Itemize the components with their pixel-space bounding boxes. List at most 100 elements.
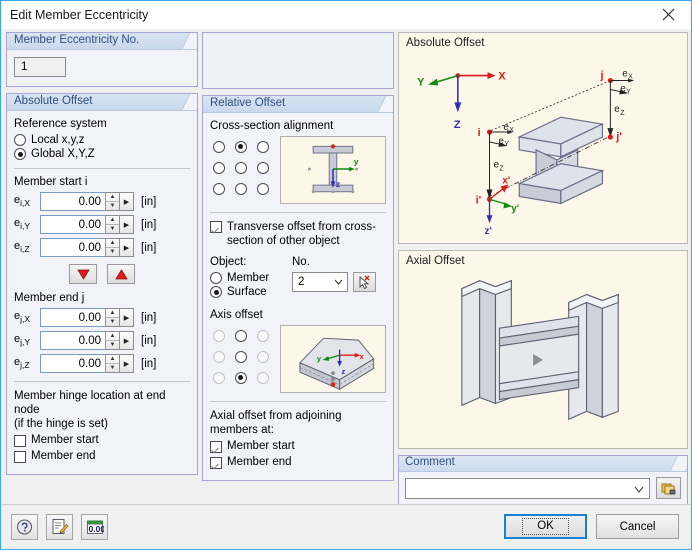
alignment-radio-1 [234, 140, 247, 153]
svg-text:i': i' [476, 194, 482, 206]
spinner-ejz-up[interactable]: ▲ [106, 355, 119, 364]
unit-eiz: [in] [141, 241, 157, 254]
alignment-cell-5[interactable] [254, 157, 276, 178]
edit-member-eccentricity-dialog: Edit Member Eccentricity Member Eccentri… [0, 0, 692, 550]
label-ejz: ej,Z [14, 356, 30, 371]
reference-button-eiz[interactable]: ▶ [120, 238, 134, 257]
alignment-cell-6[interactable] [210, 178, 232, 199]
svg-text:z': z' [485, 226, 492, 237]
middle-column: Relative Offset Cross-section alignment [202, 32, 394, 487]
checkbox-hinge-member-end-label: Member end [31, 450, 96, 462]
radio-object-surface-label: Surface [227, 286, 267, 298]
field-row-eix: ei,X 0.00 ▲ ▼ ▶ [in] [14, 192, 190, 211]
absolute-offset-diagram: X Y Z i e X e Y e Z i' x' y' z' j e X e … [417, 69, 635, 237]
ok-button[interactable]: OK [504, 514, 587, 539]
right-column: Absolute Offset X Y Z i e X e Y e Z i' x… [398, 32, 688, 506]
radio-object-surface[interactable]: Surface [210, 286, 292, 298]
object-no-dropdown[interactable]: 2 [292, 272, 348, 292]
alignment-cell-7[interactable] [232, 178, 254, 199]
alignment-cell-8[interactable] [254, 178, 276, 199]
comment-library-button[interactable] [656, 477, 681, 499]
radio-object-surface-mark [210, 286, 222, 298]
spinner-eix-down[interactable]: ▼ [106, 202, 119, 210]
copy-down-button[interactable] [69, 264, 97, 284]
relative-offset-header: Relative Offset [203, 96, 393, 113]
spinner-ejz[interactable]: ▲ ▼ [106, 354, 120, 373]
checkbox-transverse-offset[interactable]: Transverse offset from cross- section of… [210, 220, 386, 248]
chevron-down-icon [634, 486, 644, 493]
spinner-eiz-down[interactable]: ▼ [106, 248, 119, 256]
checkbox-hinge-member-end[interactable]: Member end [14, 450, 190, 463]
radio-object-member-label: Member [227, 272, 270, 284]
input-eiy-value: 0.00 [78, 218, 101, 231]
close-button[interactable] [645, 1, 691, 28]
alignment-cell-0[interactable] [210, 136, 232, 157]
absolute-offset-preview-panel: Absolute Offset X Y Z i e X e Y e Z i' x… [398, 32, 688, 244]
spinner-ejx[interactable]: ▲ ▼ [106, 308, 120, 327]
alignment-cell-4[interactable] [232, 157, 254, 178]
axis-cell-1[interactable] [232, 325, 254, 346]
alignment-radio-7 [234, 182, 247, 195]
axis-cell-0 [210, 325, 232, 346]
axial-offset-preview-panel: Axial Offset [398, 250, 688, 449]
axis-cell-4[interactable] [232, 346, 254, 367]
input-eiy[interactable]: 0.00 [40, 215, 106, 234]
radio-local-coords[interactable]: Local x,y,z [14, 134, 190, 146]
spinner-eiy-up[interactable]: ▲ [106, 216, 119, 225]
radio-object-member[interactable]: Member [210, 272, 292, 284]
edit-button[interactable] [46, 514, 73, 540]
comment-input[interactable] [405, 477, 650, 499]
edit-pencil-icon [52, 519, 69, 534]
reference-button-ejz[interactable]: ▶ [120, 354, 134, 373]
checkbox-axial-member-start[interactable]: Member start [210, 440, 386, 453]
reference-button-eix[interactable]: ▶ [120, 192, 134, 211]
units-button[interactable]: 0.00 [81, 514, 108, 540]
spinner-ejx-down[interactable]: ▼ [106, 318, 119, 326]
axis-radio-4 [234, 350, 247, 363]
object-label: Object: [210, 256, 247, 268]
spinner-ejy-up[interactable]: ▲ [106, 332, 119, 341]
spinner-eix-up[interactable]: ▲ [106, 193, 119, 202]
input-ejz[interactable]: 0.00 [40, 354, 106, 373]
checkbox-axial-member-start-box [210, 441, 222, 453]
radio-global-coords[interactable]: Global X,Y,Z [14, 148, 190, 160]
spinner-eix[interactable]: ▲ ▼ [106, 192, 120, 211]
reference-button-ejx[interactable]: ▶ [120, 308, 134, 327]
axis-radio-0 [212, 329, 225, 342]
radio-global-coords-label: Global X,Y,Z [31, 148, 95, 160]
eccentricity-no-input[interactable]: 1 [14, 57, 66, 77]
input-ejx[interactable]: 0.00 [40, 308, 106, 327]
spinner-ejz-down[interactable]: ▼ [106, 364, 119, 372]
checkbox-hinge-member-start[interactable]: Member start [14, 434, 190, 447]
svg-text:j': j' [615, 131, 622, 143]
spinner-ejx-up[interactable]: ▲ [106, 309, 119, 318]
input-ejx-value: 0.00 [78, 311, 101, 324]
spinner-eiy[interactable]: ▲ ▼ [106, 215, 120, 234]
copy-up-button[interactable] [107, 264, 135, 284]
alignment-cell-1[interactable] [232, 136, 254, 157]
input-ejy[interactable]: 0.00 [40, 331, 106, 350]
units-decimal-places-icon: 0.00 [86, 520, 104, 534]
radio-global-coords-mark [14, 148, 26, 160]
alignment-cell-2[interactable] [254, 136, 276, 157]
input-eiz[interactable]: 0.00 [40, 238, 106, 257]
spinner-eiz-up[interactable]: ▲ [106, 239, 119, 248]
spinner-ejy-down[interactable]: ▼ [106, 341, 119, 349]
axis-cell-7[interactable] [232, 367, 254, 388]
help-button[interactable] [11, 514, 38, 540]
reference-button-eiy[interactable]: ▶ [120, 215, 134, 234]
input-eix-value: 0.00 [78, 195, 101, 208]
reference-button-ejy[interactable]: ▶ [120, 331, 134, 350]
relative-offset-group: Relative Offset Cross-section alignment [202, 95, 394, 481]
axis-radio-2 [256, 329, 269, 342]
spinner-eiy-down[interactable]: ▼ [106, 225, 119, 233]
checkbox-axial-member-end[interactable]: Member end [210, 456, 386, 469]
footer-icon-group: 0.00 [11, 514, 108, 540]
cancel-button[interactable]: Cancel [596, 514, 679, 539]
input-eix[interactable]: 0.00 [40, 192, 106, 211]
spinner-ejy[interactable]: ▲ ▼ [106, 331, 120, 350]
checkbox-hinge-member-end-box [14, 451, 26, 463]
alignment-cell-3[interactable] [210, 157, 232, 178]
spinner-eiz[interactable]: ▲ ▼ [106, 238, 120, 257]
pick-object-button[interactable] [353, 272, 376, 292]
